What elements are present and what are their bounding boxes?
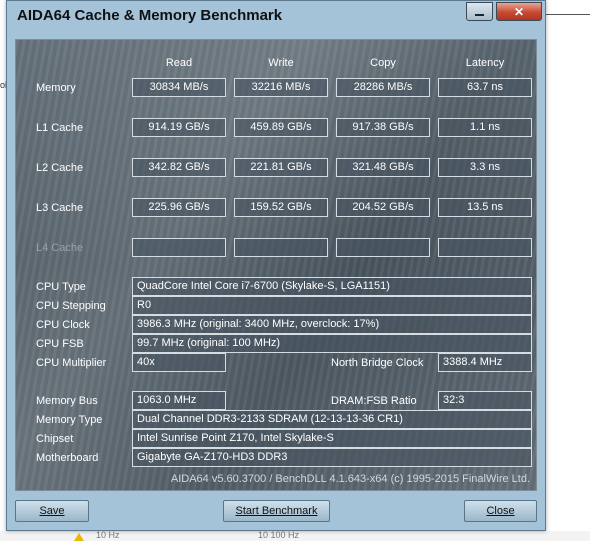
background-text: 10 Hz [96, 530, 120, 540]
window-title: AIDA64 Cache & Memory Benchmark [17, 7, 283, 24]
background-text: 10 100 Hz [258, 530, 300, 540]
l2-write-value: 221.81 GB/s [234, 158, 328, 177]
cpu-multiplier-label: CPU Multiplier [36, 357, 107, 369]
cpu-stepping-label: CPU Stepping [36, 300, 106, 312]
row-label-l1-cache: L1 Cache [36, 122, 84, 134]
memory-type-label: Memory Type [36, 414, 103, 426]
north-bridge-clock-label: North Bridge Clock [331, 357, 424, 369]
row-label-l3-cache: L3 Cache [36, 202, 84, 214]
version-footer: AIDA64 v5.60.3700 / BenchDLL 4.1.643-x64… [170, 473, 530, 485]
minimize-button[interactable] [466, 2, 493, 21]
cpu-clock-label: CPU Clock [36, 319, 90, 331]
save-button[interactable]: Save [15, 500, 89, 522]
cpu-multiplier-value: 40x [132, 353, 226, 372]
close-icon: ✕ [513, 4, 525, 19]
dram-fsb-ratio-label: DRAM:FSB Ratio [331, 395, 417, 407]
row-label-l4-cache: L4 Cache [36, 242, 84, 254]
l4-latency-value [438, 238, 532, 257]
cpu-fsb-label: CPU FSB [36, 338, 84, 350]
l1-copy-value: 917.38 GB/s [336, 118, 430, 137]
memory-copy-value: 28286 MB/s [336, 78, 430, 97]
benchmark-panel: Read Write Copy Latency Memory 30834 MB/… [15, 39, 537, 491]
warning-icon [74, 533, 84, 541]
l1-write-value: 459.89 GB/s [234, 118, 328, 137]
cpu-fsb-value: 99.7 MHz (original: 100 MHz) [132, 334, 532, 353]
row-label-memory: Memory [36, 82, 76, 94]
close-button[interactable]: Close [464, 500, 537, 522]
column-header-copy: Copy [370, 57, 396, 69]
start-benchmark-button[interactable]: Start Benchmark [223, 500, 330, 522]
l2-copy-value: 321.48 GB/s [336, 158, 430, 177]
cpu-clock-value: 3986.3 MHz (original: 3400 MHz, overcloc… [132, 315, 532, 334]
l2-latency-value: 3.3 ns [438, 158, 532, 177]
north-bridge-clock-value: 3388.4 MHz [438, 353, 532, 372]
memory-write-value: 32216 MB/s [234, 78, 328, 97]
motherboard-label: Motherboard [36, 452, 99, 464]
l3-read-value: 225.96 GB/s [132, 198, 226, 217]
l1-latency-value: 1.1 ns [438, 118, 532, 137]
window-close-button[interactable]: ✕ [496, 2, 542, 21]
l3-latency-value: 13.5 ns [438, 198, 532, 217]
column-header-latency: Latency [465, 57, 505, 69]
l4-write-value [234, 238, 328, 257]
chipset-label: Chipset [36, 433, 74, 445]
column-header-read: Read [165, 57, 193, 69]
l4-copy-value [336, 238, 430, 257]
dram-fsb-ratio-value: 32:3 [438, 391, 532, 410]
l2-read-value: 342.82 GB/s [132, 158, 226, 177]
cpu-type-label: CPU Type [36, 281, 86, 293]
l4-read-value [132, 238, 226, 257]
chipset-value: Intel Sunrise Point Z170, Intel Skylake-… [132, 429, 532, 448]
minimize-icon [475, 13, 484, 16]
l3-copy-value: 204.52 GB/s [336, 198, 430, 217]
row-label-l2-cache: L2 Cache [36, 162, 84, 174]
memory-bus-value: 1063.0 MHz [132, 391, 226, 410]
memory-bus-label: Memory Bus [36, 395, 98, 407]
memory-latency-value: 63.7 ns [438, 78, 532, 97]
memory-type-value: Dual Channel DDR3-2133 SDRAM (12-13-13-3… [132, 410, 532, 429]
column-header-write: Write [268, 57, 294, 69]
memory-read-value: 30834 MB/s [132, 78, 226, 97]
cpu-stepping-value: R0 [132, 296, 532, 315]
benchmark-window: AIDA64 Cache & Memory Benchmark ✕ Read W… [6, 0, 546, 531]
cpu-type-value: QuadCore Intel Core i7-6700 (Skylake-S, … [132, 277, 532, 296]
background-line [540, 14, 590, 15]
l1-read-value: 914.19 GB/s [132, 118, 226, 137]
motherboard-value: Gigabyte GA-Z170-HD3 DDR3 [132, 448, 532, 467]
l3-write-value: 159.52 GB/s [234, 198, 328, 217]
